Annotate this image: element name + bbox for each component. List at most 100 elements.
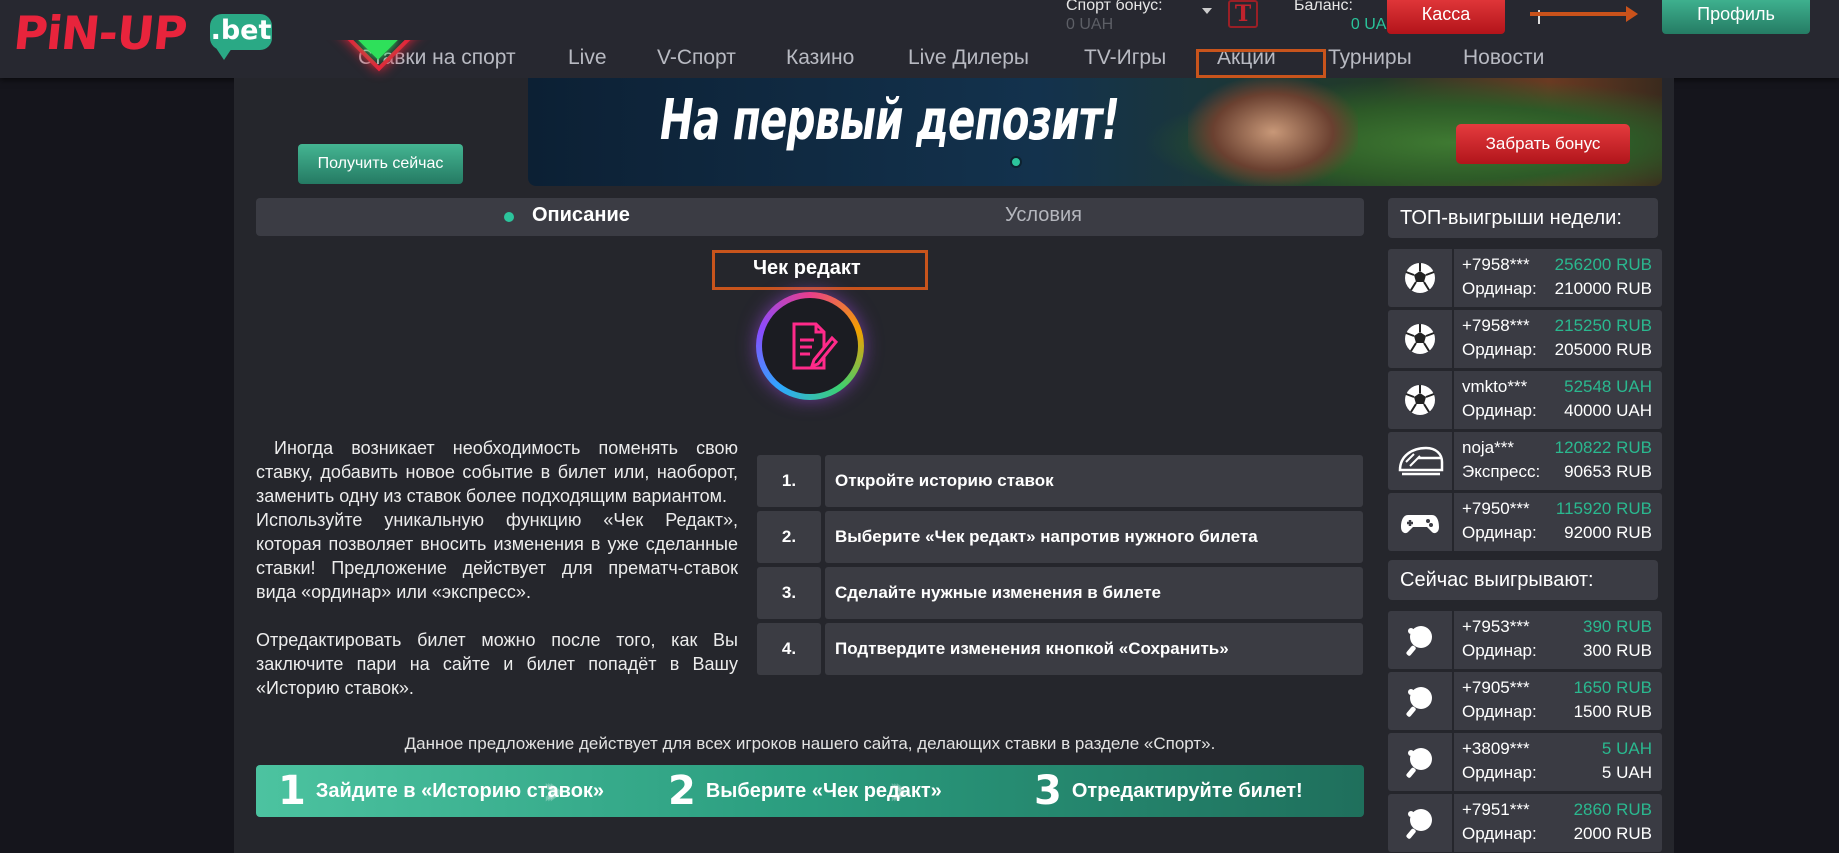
sport-bonus[interactable]: Спорт бонус: 0 UAH bbox=[1066, 0, 1196, 35]
win-stake: 5 UAH bbox=[1601, 763, 1652, 782]
top-wins-title: ТОП-выигрыши недели: bbox=[1388, 198, 1658, 238]
soccer-ball-icon bbox=[1388, 249, 1454, 307]
chevron-down-icon[interactable] bbox=[1202, 8, 1212, 14]
profile-button[interactable]: Профиль bbox=[1662, 0, 1810, 34]
win-row: +7950*** 115920 RUB Ординар: 92000 RUB bbox=[1388, 493, 1662, 551]
nav-item-tv-games[interactable]: TV-Игры bbox=[1084, 40, 1166, 76]
description-paragraph: Отредактировать билет можно после того, … bbox=[256, 630, 738, 698]
steps-list: 1. Откройте историю ставок 2. Выберите «… bbox=[757, 455, 1363, 679]
howto-label: Выберите «Чек редакт» bbox=[705, 779, 942, 802]
soccer-ball-icon bbox=[1388, 371, 1454, 429]
kassa-button[interactable]: Касса bbox=[1387, 0, 1505, 34]
take-bonus-button[interactable]: Забрать бонус bbox=[1456, 124, 1630, 164]
tab-conditions[interactable]: Условия bbox=[1005, 204, 1082, 227]
nav-item-tournaments[interactable]: Турниры bbox=[1328, 40, 1412, 76]
win-row: +3809*** 5 UAH Ординар: 5 UAH bbox=[1388, 733, 1662, 791]
description-paragraph: Иногда возникает необходимость поменять … bbox=[256, 438, 738, 506]
offer-note: Данное предложение действует для всех иг… bbox=[404, 734, 1216, 753]
howto-step: 1 Зайдите в «Историю ставок» bbox=[278, 765, 604, 817]
step-number: 3. bbox=[757, 567, 821, 619]
soccer-ball-icon bbox=[1388, 310, 1454, 368]
table-tennis-icon bbox=[1388, 794, 1454, 852]
sport-bonus-value: 0 UAH bbox=[1066, 16, 1114, 33]
banner-model-image bbox=[1188, 78, 1358, 186]
banner-slider-dot[interactable] bbox=[1010, 156, 1022, 168]
nav-item-casino[interactable]: Казино bbox=[786, 40, 854, 76]
win-amount: 1650 RUB bbox=[1573, 678, 1652, 697]
win-user: +7951*** bbox=[1462, 800, 1530, 819]
win-amount: 120822 RUB bbox=[1554, 438, 1652, 457]
win-stake: 1500 RUB bbox=[1573, 702, 1652, 721]
nav-item-live[interactable]: Live bbox=[568, 40, 607, 76]
annotation-highlight-promotions bbox=[1196, 49, 1326, 78]
description-paragraph: Используйте уникальную функцию «Чек Реда… bbox=[256, 510, 738, 602]
win-amount: 215250 RUB bbox=[1554, 316, 1652, 335]
now-winning-title: Сейчас выигрывают: bbox=[1388, 560, 1658, 600]
tab-description[interactable]: Описание bbox=[532, 204, 630, 227]
balance: Баланс: 0 UAH bbox=[1294, 0, 1398, 35]
get-now-button[interactable]: Получить сейчас bbox=[298, 144, 463, 184]
tournament-t-icon[interactable]: T bbox=[1228, 0, 1258, 28]
banner-headline: На первый депозит! bbox=[660, 88, 1120, 153]
win-bet-type: Экспресс: bbox=[1462, 462, 1541, 481]
win-amount: 256200 RUB bbox=[1554, 255, 1652, 274]
win-user: vmkto*** bbox=[1462, 377, 1528, 396]
step-text: Откройте историю ставок bbox=[825, 455, 1363, 507]
top-wins-list: +7958*** 256200 RUB Ординар: 210000 RUB +795… bbox=[1388, 249, 1662, 554]
howto-number: 2 bbox=[668, 768, 696, 814]
win-user: +7905*** bbox=[1462, 678, 1530, 697]
win-row: +7958*** 215250 RUB Ординар: 205000 RUB bbox=[1388, 310, 1662, 368]
annotation-highlight-title: Чек редакт bbox=[712, 250, 928, 290]
pinup-logo[interactable]: PiN-UP .bet bbox=[11, 6, 272, 60]
win-user: +7958*** bbox=[1462, 316, 1530, 335]
howto-bar: 1 Зайдите в «Историю ставок» ››› 2 Выбер… bbox=[256, 765, 1364, 817]
win-stake: 205000 RUB bbox=[1554, 340, 1652, 359]
win-stake: 210000 RUB bbox=[1554, 279, 1652, 298]
chevrons-icon: ››› bbox=[542, 768, 564, 814]
balance-value: 0 UAH bbox=[1350, 16, 1398, 33]
step-text: Выберите «Чек редакт» напротив нужного б… bbox=[825, 511, 1363, 563]
howto-number: 1 bbox=[278, 768, 306, 814]
step-item: 1. Откройте историю ставок bbox=[757, 455, 1363, 507]
win-bet-type: Ординар: bbox=[1462, 824, 1537, 843]
win-bet-type: Ординар: bbox=[1462, 279, 1537, 298]
win-bet-type: Ординар: bbox=[1462, 523, 1537, 542]
win-stake: 300 RUB bbox=[1583, 641, 1652, 660]
win-row: noja*** 120822 RUB Экспресс: 90653 RUB bbox=[1388, 432, 1662, 490]
win-amount: 5 UAH bbox=[1601, 739, 1652, 758]
win-amount: 115920 RUB bbox=[1555, 499, 1652, 518]
howto-step: 2 Выберите «Чек редакт» bbox=[668, 765, 942, 817]
chevrons-icon: ››› bbox=[888, 768, 910, 814]
promo-tabs: Описание Условия bbox=[256, 198, 1364, 236]
step-text: Подтвердите изменения кнопкой «Сохранить… bbox=[825, 623, 1363, 675]
step-text: Сделайте нужные изменения в билете bbox=[825, 567, 1363, 619]
win-user: +7950*** bbox=[1462, 499, 1530, 518]
step-number: 1. bbox=[757, 455, 821, 507]
win-user: +7958*** bbox=[1462, 255, 1530, 274]
win-stake: 40000 UAH bbox=[1564, 401, 1652, 420]
win-amount: 52548 UAH bbox=[1564, 377, 1652, 396]
table-tennis-icon bbox=[1388, 611, 1454, 669]
win-row: +7905*** 1650 RUB Ординар: 1500 RUB bbox=[1388, 672, 1662, 730]
step-item: 2. Выберите «Чек редакт» напротив нужног… bbox=[757, 511, 1363, 563]
nav-item-live-dealers[interactable]: Live Дилеры bbox=[908, 40, 1029, 76]
howto-number: 3 bbox=[1034, 768, 1062, 814]
win-bet-type: Ординар: bbox=[1462, 641, 1537, 660]
win-user: +7953*** bbox=[1462, 617, 1530, 636]
win-row: +7958*** 256200 RUB Ординар: 210000 RUB bbox=[1388, 249, 1662, 307]
step-item: 4. Подтвердите изменения кнопкой «Сохран… bbox=[757, 623, 1363, 675]
step-item: 3. Сделайте нужные изменения в билете bbox=[757, 567, 1363, 619]
win-row: vmkto*** 52548 UAH Ординар: 40000 UAH bbox=[1388, 371, 1662, 429]
gamepad-icon bbox=[1388, 493, 1454, 551]
step-number: 4. bbox=[757, 623, 821, 675]
win-row: +7953*** 390 RUB Ординар: 300 RUB bbox=[1388, 611, 1662, 669]
site-header: PiN-UP .bet Спорт бонус: 0 UAH T Баланс:… bbox=[0, 0, 1839, 78]
sport-bonus-label: Спорт бонус: bbox=[1066, 0, 1163, 14]
win-amount: 390 RUB bbox=[1583, 617, 1652, 636]
win-stake: 90653 RUB bbox=[1564, 462, 1652, 481]
nav-item-v-sport[interactable]: V-Спорт bbox=[657, 40, 736, 76]
win-amount: 2860 RUB bbox=[1573, 800, 1652, 819]
win-user: noja*** bbox=[1462, 438, 1514, 457]
step-number: 2. bbox=[757, 511, 821, 563]
nav-item-news[interactable]: Новости bbox=[1463, 40, 1544, 76]
